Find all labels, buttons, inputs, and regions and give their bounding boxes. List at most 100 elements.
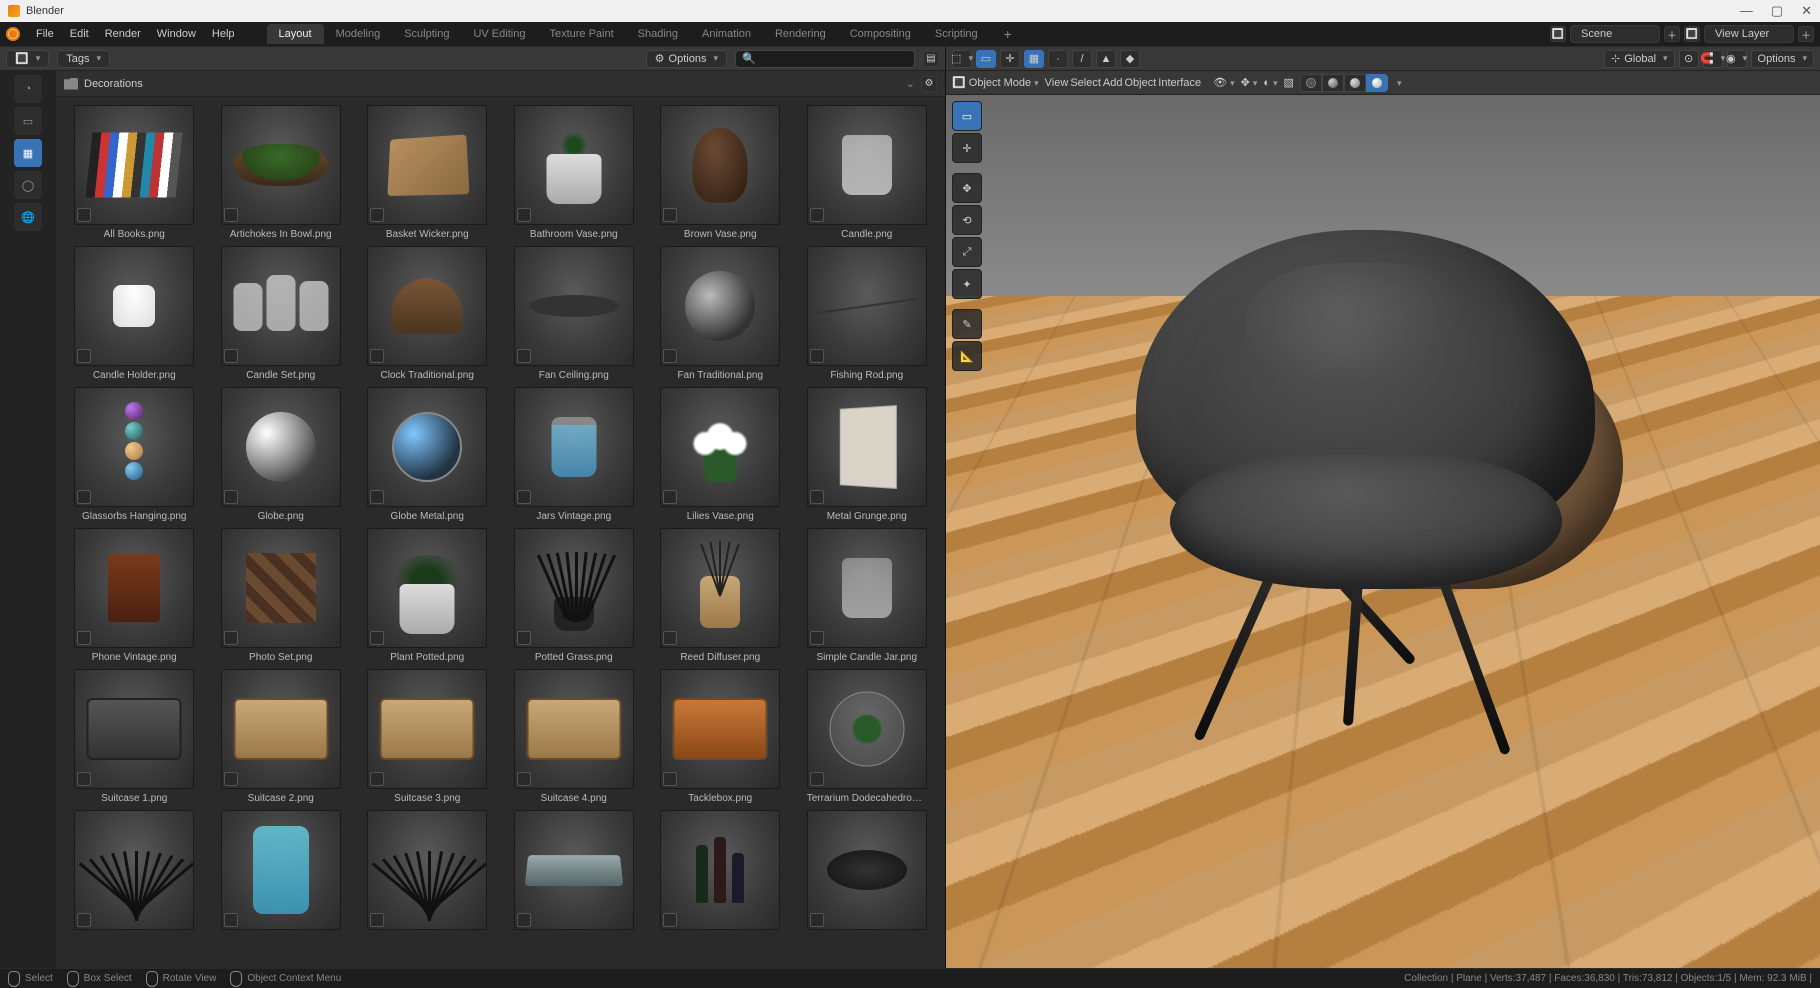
viewport-menu-interface[interactable]: Interface (1158, 77, 1201, 89)
asset-item[interactable]: Basket Wicker.png (357, 105, 498, 240)
cursor-tool[interactable]: ✛ (952, 133, 982, 163)
scale-tool[interactable]: ⤢ (952, 237, 982, 267)
asset-item[interactable]: Candle Holder.png (64, 246, 205, 381)
asset-thumbnail[interactable] (221, 387, 341, 507)
rotate-tool[interactable]: ⟲ (952, 205, 982, 235)
measure-tool[interactable]: 📐 (952, 341, 982, 371)
editor-type-button[interactable]: 🔳 (6, 50, 49, 68)
workspace-tab-rendering[interactable]: Rendering (763, 24, 838, 44)
asset-thumbnail[interactable] (807, 387, 927, 507)
asset-thumbnail[interactable] (221, 669, 341, 789)
menu-render[interactable]: Render (97, 25, 149, 43)
viewport-options-dropdown[interactable]: Options (1751, 50, 1814, 68)
snap-edge-icon[interactable]: / (1072, 50, 1092, 68)
workspace-tab-compositing[interactable]: Compositing (838, 24, 923, 44)
asset-item[interactable]: Globe.png (211, 387, 352, 522)
workspace-tab-texture-paint[interactable]: Texture Paint (537, 24, 625, 44)
overlay-dropdown-icon[interactable]: ◐ (1263, 77, 1277, 89)
3d-viewport[interactable]: ▭ ✛ ✥ ⟲ ⤢ ✦ ✎ 📐 (946, 95, 1820, 968)
gizmo-visibility-icon[interactable]: ✥ (1241, 76, 1258, 89)
path-settings-icon[interactable]: ⚙ (921, 76, 937, 92)
asset-item[interactable]: Potted Grass.png (504, 528, 645, 663)
asset-item[interactable]: Simple Candle Jar.png (797, 528, 938, 663)
asset-item[interactable] (650, 810, 791, 934)
sidebar-catalog-icon[interactable]: ▭ (14, 107, 42, 135)
window-close-button[interactable]: ✕ (1801, 3, 1812, 19)
asset-item[interactable]: Globe Metal.png (357, 387, 498, 522)
proportional-edit-icon[interactable]: ◉ (1727, 50, 1747, 68)
asset-item[interactable]: Jars Vintage.png (504, 387, 645, 522)
asset-item[interactable] (64, 810, 205, 934)
asset-thumbnail[interactable] (221, 105, 341, 225)
gizmo-toggle-icon[interactable]: ▦ (1024, 50, 1044, 68)
viewport-menu-view[interactable]: View (1045, 77, 1069, 89)
asset-thumbnail[interactable] (807, 669, 927, 789)
asset-thumbnail[interactable] (660, 669, 780, 789)
asset-search-input[interactable]: 🔍 (735, 50, 915, 68)
asset-thumbnail[interactable] (660, 105, 780, 225)
asset-thumbnail[interactable] (74, 528, 194, 648)
editor-type-viewport-button[interactable]: ⬚ (952, 50, 972, 68)
asset-thumbnail[interactable] (74, 105, 194, 225)
asset-item[interactable]: Lilies Vase.png (650, 387, 791, 522)
transform-tool[interactable]: ✦ (952, 269, 982, 299)
orientation-dropdown[interactable]: ⊹ Global (1604, 50, 1675, 68)
asset-item[interactable] (504, 810, 645, 934)
asset-item[interactable]: Fishing Rod.png (797, 246, 938, 381)
asset-item[interactable]: Phone Vintage.png (64, 528, 205, 663)
asset-thumbnail[interactable] (367, 105, 487, 225)
menu-edit[interactable]: Edit (62, 25, 97, 43)
asset-thumbnail[interactable] (74, 810, 194, 930)
cursor-tool-icon[interactable]: ✛ (1000, 50, 1020, 68)
scene-new-button[interactable]: ＋ (1664, 26, 1680, 42)
workspace-tab-animation[interactable]: Animation (690, 24, 763, 44)
asset-item[interactable] (211, 810, 352, 934)
asset-thumbnail[interactable] (807, 246, 927, 366)
viewlayer-browse-icon[interactable]: 🔳 (1684, 26, 1700, 42)
workspace-tab-shading[interactable]: Shading (626, 24, 690, 44)
viewport-menu-add[interactable]: Add (1103, 77, 1123, 89)
asset-thumbnail[interactable] (514, 387, 634, 507)
asset-thumbnail[interactable] (514, 669, 634, 789)
asset-thumbnail[interactable] (367, 246, 487, 366)
window-maximize-button[interactable]: ▢ (1771, 3, 1783, 19)
asset-item[interactable]: Terrarium Dodecahedron.p... (797, 669, 938, 804)
overlays-visibility-icon[interactable]: 👁 (1213, 76, 1235, 89)
shading-options-icon[interactable] (1394, 77, 1402, 89)
shading-solid-button[interactable] (1322, 74, 1344, 92)
asset-item[interactable]: Candle Set.png (211, 246, 352, 381)
menu-help[interactable]: Help (204, 25, 243, 43)
asset-thumbnail[interactable] (221, 810, 341, 930)
xray-toggle-icon[interactable]: ▧ (1284, 76, 1294, 89)
sidebar-grid-icon[interactable]: ▦ (14, 139, 42, 167)
viewlayer-name-field[interactable]: View Layer (1704, 25, 1794, 43)
annotate-tool[interactable]: ✎ (952, 309, 982, 339)
asset-item[interactable] (797, 810, 938, 934)
workspace-tab-scripting[interactable]: Scripting (923, 24, 990, 44)
workspace-tab-sculpting[interactable]: Sculpting (392, 24, 461, 44)
asset-filter-button[interactable]: ▤ (923, 51, 939, 67)
asset-thumbnail[interactable] (660, 387, 780, 507)
asset-item[interactable]: Metal Grunge.png (797, 387, 938, 522)
asset-item[interactable]: Suitcase 1.png (64, 669, 205, 804)
sidebar-world-icon[interactable]: 🌐 (14, 203, 42, 231)
asset-item[interactable]: Brown Vase.png (650, 105, 791, 240)
pivot-point-icon[interactable]: ⊙ (1679, 50, 1699, 68)
asset-thumbnail[interactable] (514, 528, 634, 648)
window-minimize-button[interactable]: — (1740, 3, 1753, 19)
asset-thumbnail[interactable] (514, 105, 634, 225)
asset-item[interactable] (357, 810, 498, 934)
asset-item[interactable]: Photo Set.png (211, 528, 352, 663)
move-tool[interactable]: ✥ (952, 173, 982, 203)
asset-thumbnail[interactable] (660, 246, 780, 366)
shading-wireframe-button[interactable] (1300, 74, 1322, 92)
viewport-menu-select[interactable]: Select (1070, 77, 1101, 89)
asset-item[interactable]: Bathroom Vase.png (504, 105, 645, 240)
asset-thumbnail[interactable] (74, 246, 194, 366)
asset-thumbnail[interactable] (221, 528, 341, 648)
asset-thumbnail[interactable] (367, 387, 487, 507)
asset-grid[interactable]: All Books.pngArtichokes In Bowl.pngBaske… (56, 97, 945, 968)
shading-material-button[interactable] (1344, 74, 1366, 92)
asset-item[interactable]: Glassorbs Hanging.png (64, 387, 205, 522)
asset-item[interactable]: Plant Potted.png (357, 528, 498, 663)
